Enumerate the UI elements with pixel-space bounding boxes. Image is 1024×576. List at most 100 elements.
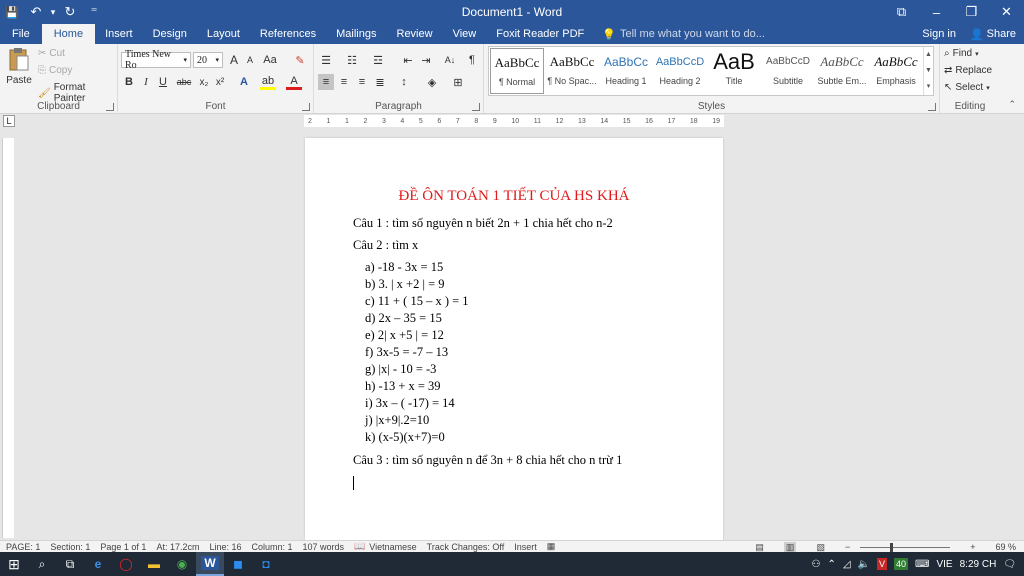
share-button[interactable]: 👤 Share bbox=[970, 28, 1016, 41]
tab-layout[interactable]: Layout bbox=[197, 24, 250, 44]
tab-design[interactable]: Design bbox=[143, 24, 197, 44]
zalo-icon[interactable]: ◼ bbox=[224, 552, 252, 576]
text-effects-icon[interactable]: A bbox=[236, 74, 252, 90]
input-language[interactable]: VIE bbox=[936, 559, 952, 570]
status-line[interactable]: Line: 16 bbox=[209, 542, 241, 552]
read-mode-icon[interactable]: ▤ bbox=[755, 542, 764, 553]
ribbon-display-options-icon[interactable]: ⧉ bbox=[884, 0, 919, 24]
chrome-icon[interactable]: ◉ bbox=[168, 552, 196, 576]
zoom-thumb[interactable] bbox=[890, 542, 894, 552]
status-page[interactable]: PAGE: 1 bbox=[6, 542, 40, 552]
style-heading-2[interactable]: AaBbCcD Heading 2 bbox=[653, 48, 707, 94]
find-button[interactable]: ⌕ Find ▾ bbox=[944, 48, 979, 59]
redo-icon[interactable]: ↻ bbox=[58, 0, 82, 24]
style-normal[interactable]: AaBbCc ¶ Normal bbox=[490, 48, 544, 94]
people-icon[interactable]: ⚇ bbox=[812, 559, 821, 570]
increase-indent-icon[interactable]: ⇥ bbox=[418, 52, 434, 68]
status-page-of[interactable]: Page 1 of 1 bbox=[100, 542, 146, 552]
align-left-icon[interactable]: ≡ bbox=[318, 74, 334, 90]
line-spacing-icon[interactable]: ↕ bbox=[396, 74, 412, 90]
tab-review[interactable]: Review bbox=[387, 24, 443, 44]
tab-references[interactable]: References bbox=[250, 24, 326, 44]
tab-selector[interactable]: L bbox=[3, 115, 15, 127]
zoom-out-button[interactable]: − bbox=[845, 542, 850, 552]
font-size-box[interactable]: 20 ▾ bbox=[193, 52, 223, 68]
font-launcher-icon[interactable] bbox=[302, 103, 310, 111]
notifications-icon[interactable]: 🗨 bbox=[1003, 559, 1016, 570]
network-icon[interactable]: ◿ bbox=[843, 559, 851, 570]
tell-me-box[interactable]: 💡 Tell me what you want to do... bbox=[594, 24, 765, 44]
sort-icon[interactable]: A↓ bbox=[442, 52, 458, 68]
status-at[interactable]: At: 17.2cm bbox=[156, 542, 199, 552]
word-icon[interactable]: W bbox=[196, 552, 224, 576]
web-layout-icon[interactable]: ▧ bbox=[816, 542, 825, 553]
borders-icon[interactable]: ⊞ bbox=[450, 74, 466, 90]
strikethrough-button[interactable]: abc bbox=[176, 74, 192, 90]
highlight-icon[interactable]: ab bbox=[260, 74, 276, 90]
superscript-button[interactable]: x² bbox=[212, 74, 228, 90]
paste-button[interactable]: Paste bbox=[4, 46, 34, 86]
restore-button[interactable]: ❐ bbox=[954, 0, 989, 24]
edge-icon[interactable]: e bbox=[84, 552, 112, 576]
numbering-icon[interactable]: ☷ bbox=[344, 52, 360, 68]
sign-in-link[interactable]: Sign in bbox=[922, 28, 956, 40]
align-right-icon[interactable]: ≡ bbox=[354, 74, 370, 90]
keyboard-icon[interactable]: ⌨ bbox=[915, 559, 929, 570]
print-layout-icon[interactable]: ▥ bbox=[783, 541, 797, 553]
shrink-font-icon[interactable]: A bbox=[242, 52, 258, 68]
status-section[interactable]: Section: 1 bbox=[50, 542, 90, 552]
show-hidden-icons-icon[interactable]: ⌃ bbox=[827, 559, 835, 570]
copy-button[interactable]: ⎘ Copy bbox=[38, 65, 72, 76]
search-icon[interactable]: ⌕ bbox=[28, 552, 56, 576]
tab-file[interactable]: File bbox=[0, 24, 42, 44]
style-no-spacing[interactable]: AaBbCc ¶ No Spac... bbox=[545, 48, 599, 94]
unikey-badge[interactable]: 40 bbox=[894, 558, 909, 570]
task-view-icon[interactable]: ⧉ bbox=[56, 552, 84, 576]
styles-scroll[interactable]: ▲ ▼ ▾ bbox=[923, 47, 933, 95]
vertical-ruler[interactable] bbox=[2, 138, 14, 538]
save-icon[interactable]: 💾 bbox=[0, 0, 24, 24]
style-title[interactable]: AaB Title bbox=[707, 48, 761, 94]
style-subtitle[interactable]: AaBbCcD Subtitle bbox=[761, 48, 815, 94]
style-subtle-emphasis[interactable]: AaBbCc Subtle Em... bbox=[815, 48, 869, 94]
tab-foxit-reader-pdf[interactable]: Foxit Reader PDF bbox=[486, 24, 594, 44]
undo-dropdown-icon[interactable]: ▾ bbox=[48, 0, 58, 24]
font-name-box[interactable]: Times New Ro ▾ bbox=[121, 49, 191, 71]
zoom-in-button[interactable]: + bbox=[970, 542, 975, 552]
styles-launcher-icon[interactable] bbox=[928, 103, 936, 111]
zoom-slider[interactable] bbox=[860, 542, 951, 552]
vpn-badge[interactable]: V bbox=[877, 558, 888, 570]
underline-button[interactable]: U bbox=[155, 74, 171, 90]
bold-button[interactable]: B bbox=[121, 74, 137, 90]
align-center-icon[interactable]: ≡ bbox=[336, 74, 352, 90]
customize-qat-icon[interactable]: ⁼ bbox=[82, 0, 106, 24]
opera-icon[interactable]: ◯ bbox=[112, 552, 140, 576]
clear-formatting-icon[interactable]: ✎ bbox=[292, 52, 308, 68]
clipboard-launcher-icon[interactable] bbox=[106, 103, 114, 111]
multilevel-list-icon[interactable]: ☲ bbox=[370, 52, 386, 68]
volume-icon[interactable]: 🔈 bbox=[858, 559, 870, 570]
clock[interactable]: 8:29 CH bbox=[960, 559, 997, 570]
proofing-icon[interactable]: 📖 bbox=[354, 541, 365, 552]
justify-icon[interactable]: ≣ bbox=[372, 74, 388, 90]
cut-button[interactable]: ✂ Cut bbox=[38, 48, 65, 59]
undo-icon[interactable]: ↶ bbox=[24, 0, 48, 24]
status-words[interactable]: 107 words bbox=[303, 542, 345, 552]
italic-button[interactable]: I bbox=[138, 74, 154, 90]
tab-home[interactable]: Home bbox=[41, 24, 96, 44]
collapse-ribbon-icon[interactable]: ⌃ bbox=[1008, 99, 1016, 110]
document-page[interactable]: ĐỀ ÔN TOÁN 1 TIẾT CỦA HS KHÁ Câu 1 : tìm… bbox=[305, 138, 723, 540]
select-button[interactable]: ↖ Select ▾ bbox=[944, 82, 990, 93]
change-case-icon[interactable]: Aa bbox=[262, 52, 278, 68]
zoom-level[interactable]: 69 % bbox=[995, 542, 1016, 552]
close-button[interactable]: ✕ bbox=[989, 0, 1024, 24]
style-emphasis[interactable]: AaBbCc Emphasis bbox=[869, 48, 923, 94]
minimize-button[interactable]: – bbox=[919, 0, 954, 24]
paragraph-launcher-icon[interactable] bbox=[472, 103, 480, 111]
macro-icon[interactable]: ▦ bbox=[547, 541, 556, 552]
style-heading-1[interactable]: AaBbCc Heading 1 bbox=[599, 48, 653, 94]
status-track-changes[interactable]: Track Changes: Off bbox=[427, 542, 505, 552]
start-button[interactable]: ⊞ bbox=[0, 552, 28, 576]
show-formatting-icon[interactable]: ¶ bbox=[464, 52, 480, 68]
status-language[interactable]: Vietnamese bbox=[369, 542, 416, 552]
